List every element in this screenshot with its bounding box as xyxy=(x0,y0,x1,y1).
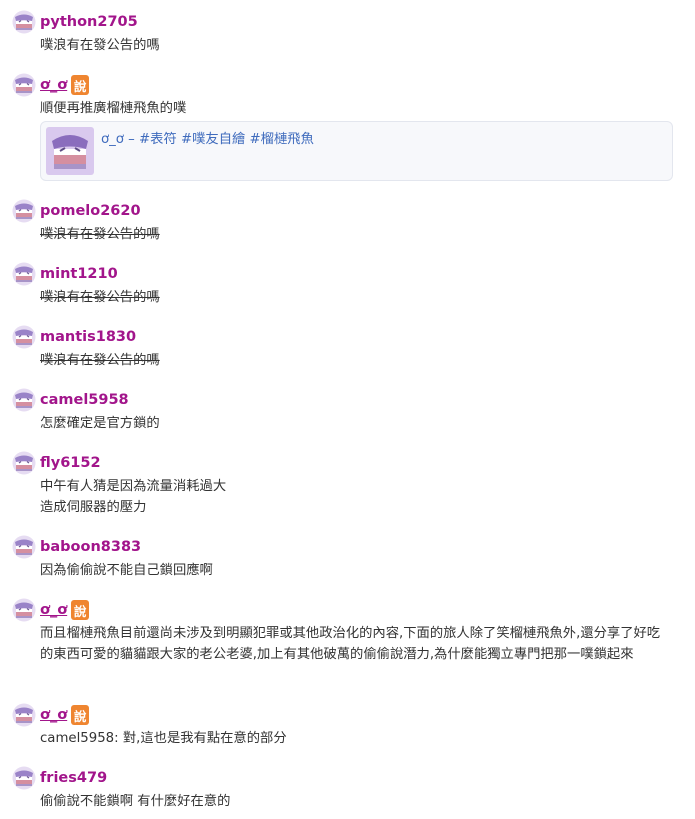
response-text: 而且榴槤飛魚目前還尚未涉及到明顯犯罪或其他政治化的內容,下面的旅人除了笑榴槤飛魚… xyxy=(40,626,661,662)
user-name[interactable]: ơ_ơ xyxy=(40,707,67,723)
response-text: 因為偷偷說不能自己鎖回應啊 xyxy=(40,563,213,578)
plurk-owner-badge: 說 xyxy=(71,705,90,725)
link-preview-card[interactable]: ơ_ơ – #表符 #噗友自繪 #榴槤飛魚 xyxy=(40,121,673,181)
response-text: 中午有人猜是因為流量消耗過大 造成伺服器的壓力 xyxy=(40,479,227,515)
avatar-icon[interactable] xyxy=(12,73,36,97)
avatar-icon[interactable] xyxy=(12,262,36,286)
avatar-icon[interactable] xyxy=(12,10,36,34)
user-name[interactable]: mint1210 xyxy=(40,266,118,282)
user-name[interactable]: fries479 xyxy=(40,770,107,786)
plurk-owner-badge: 說 xyxy=(71,600,90,620)
avatar-icon[interactable] xyxy=(12,766,36,790)
user-name[interactable]: fly6152 xyxy=(40,455,101,471)
user-name[interactable]: python2705 xyxy=(40,14,138,30)
response-text: 怎麼確定是官方鎖的 xyxy=(40,416,160,431)
avatar-icon[interactable] xyxy=(12,451,36,475)
user-name[interactable]: pomelo2620 xyxy=(40,203,141,219)
response-text: 噗浪有在發公告的嗎 xyxy=(40,38,160,53)
avatar-icon[interactable] xyxy=(12,325,36,349)
response-text: 噗浪有在發公告的嗎 xyxy=(40,290,160,305)
preview-thumbnail-icon xyxy=(46,127,94,175)
avatar-icon[interactable] xyxy=(12,388,36,412)
response-text: 噗浪有在發公告的嗎 xyxy=(40,227,160,242)
avatar-icon[interactable] xyxy=(12,199,36,223)
preview-title[interactable]: ơ_ơ – #表符 #噗友自繪 #榴槤飛魚 xyxy=(101,128,314,147)
response-text: camel5958: 對,這也是我有點在意的部分 xyxy=(40,731,287,746)
avatar-icon[interactable] xyxy=(12,535,36,559)
plurk-owner-badge: 說 xyxy=(71,75,90,95)
avatar-icon[interactable] xyxy=(12,703,36,727)
user-name[interactable]: baboon8383 xyxy=(40,539,141,555)
response-text: 順便再推廣榴槤飛魚的噗 xyxy=(40,101,187,116)
response-text: 噗浪有在發公告的嗎 xyxy=(40,353,160,368)
user-name[interactable]: camel5958 xyxy=(40,392,129,408)
response-text: 偷偷說不能鎖啊 有什麼好在意的 xyxy=(40,794,231,809)
avatar-icon[interactable] xyxy=(12,598,36,622)
user-name[interactable]: mantis1830 xyxy=(40,329,136,345)
user-name[interactable]: ơ_ơ xyxy=(40,602,67,618)
user-name[interactable]: ơ_ơ xyxy=(40,77,67,93)
